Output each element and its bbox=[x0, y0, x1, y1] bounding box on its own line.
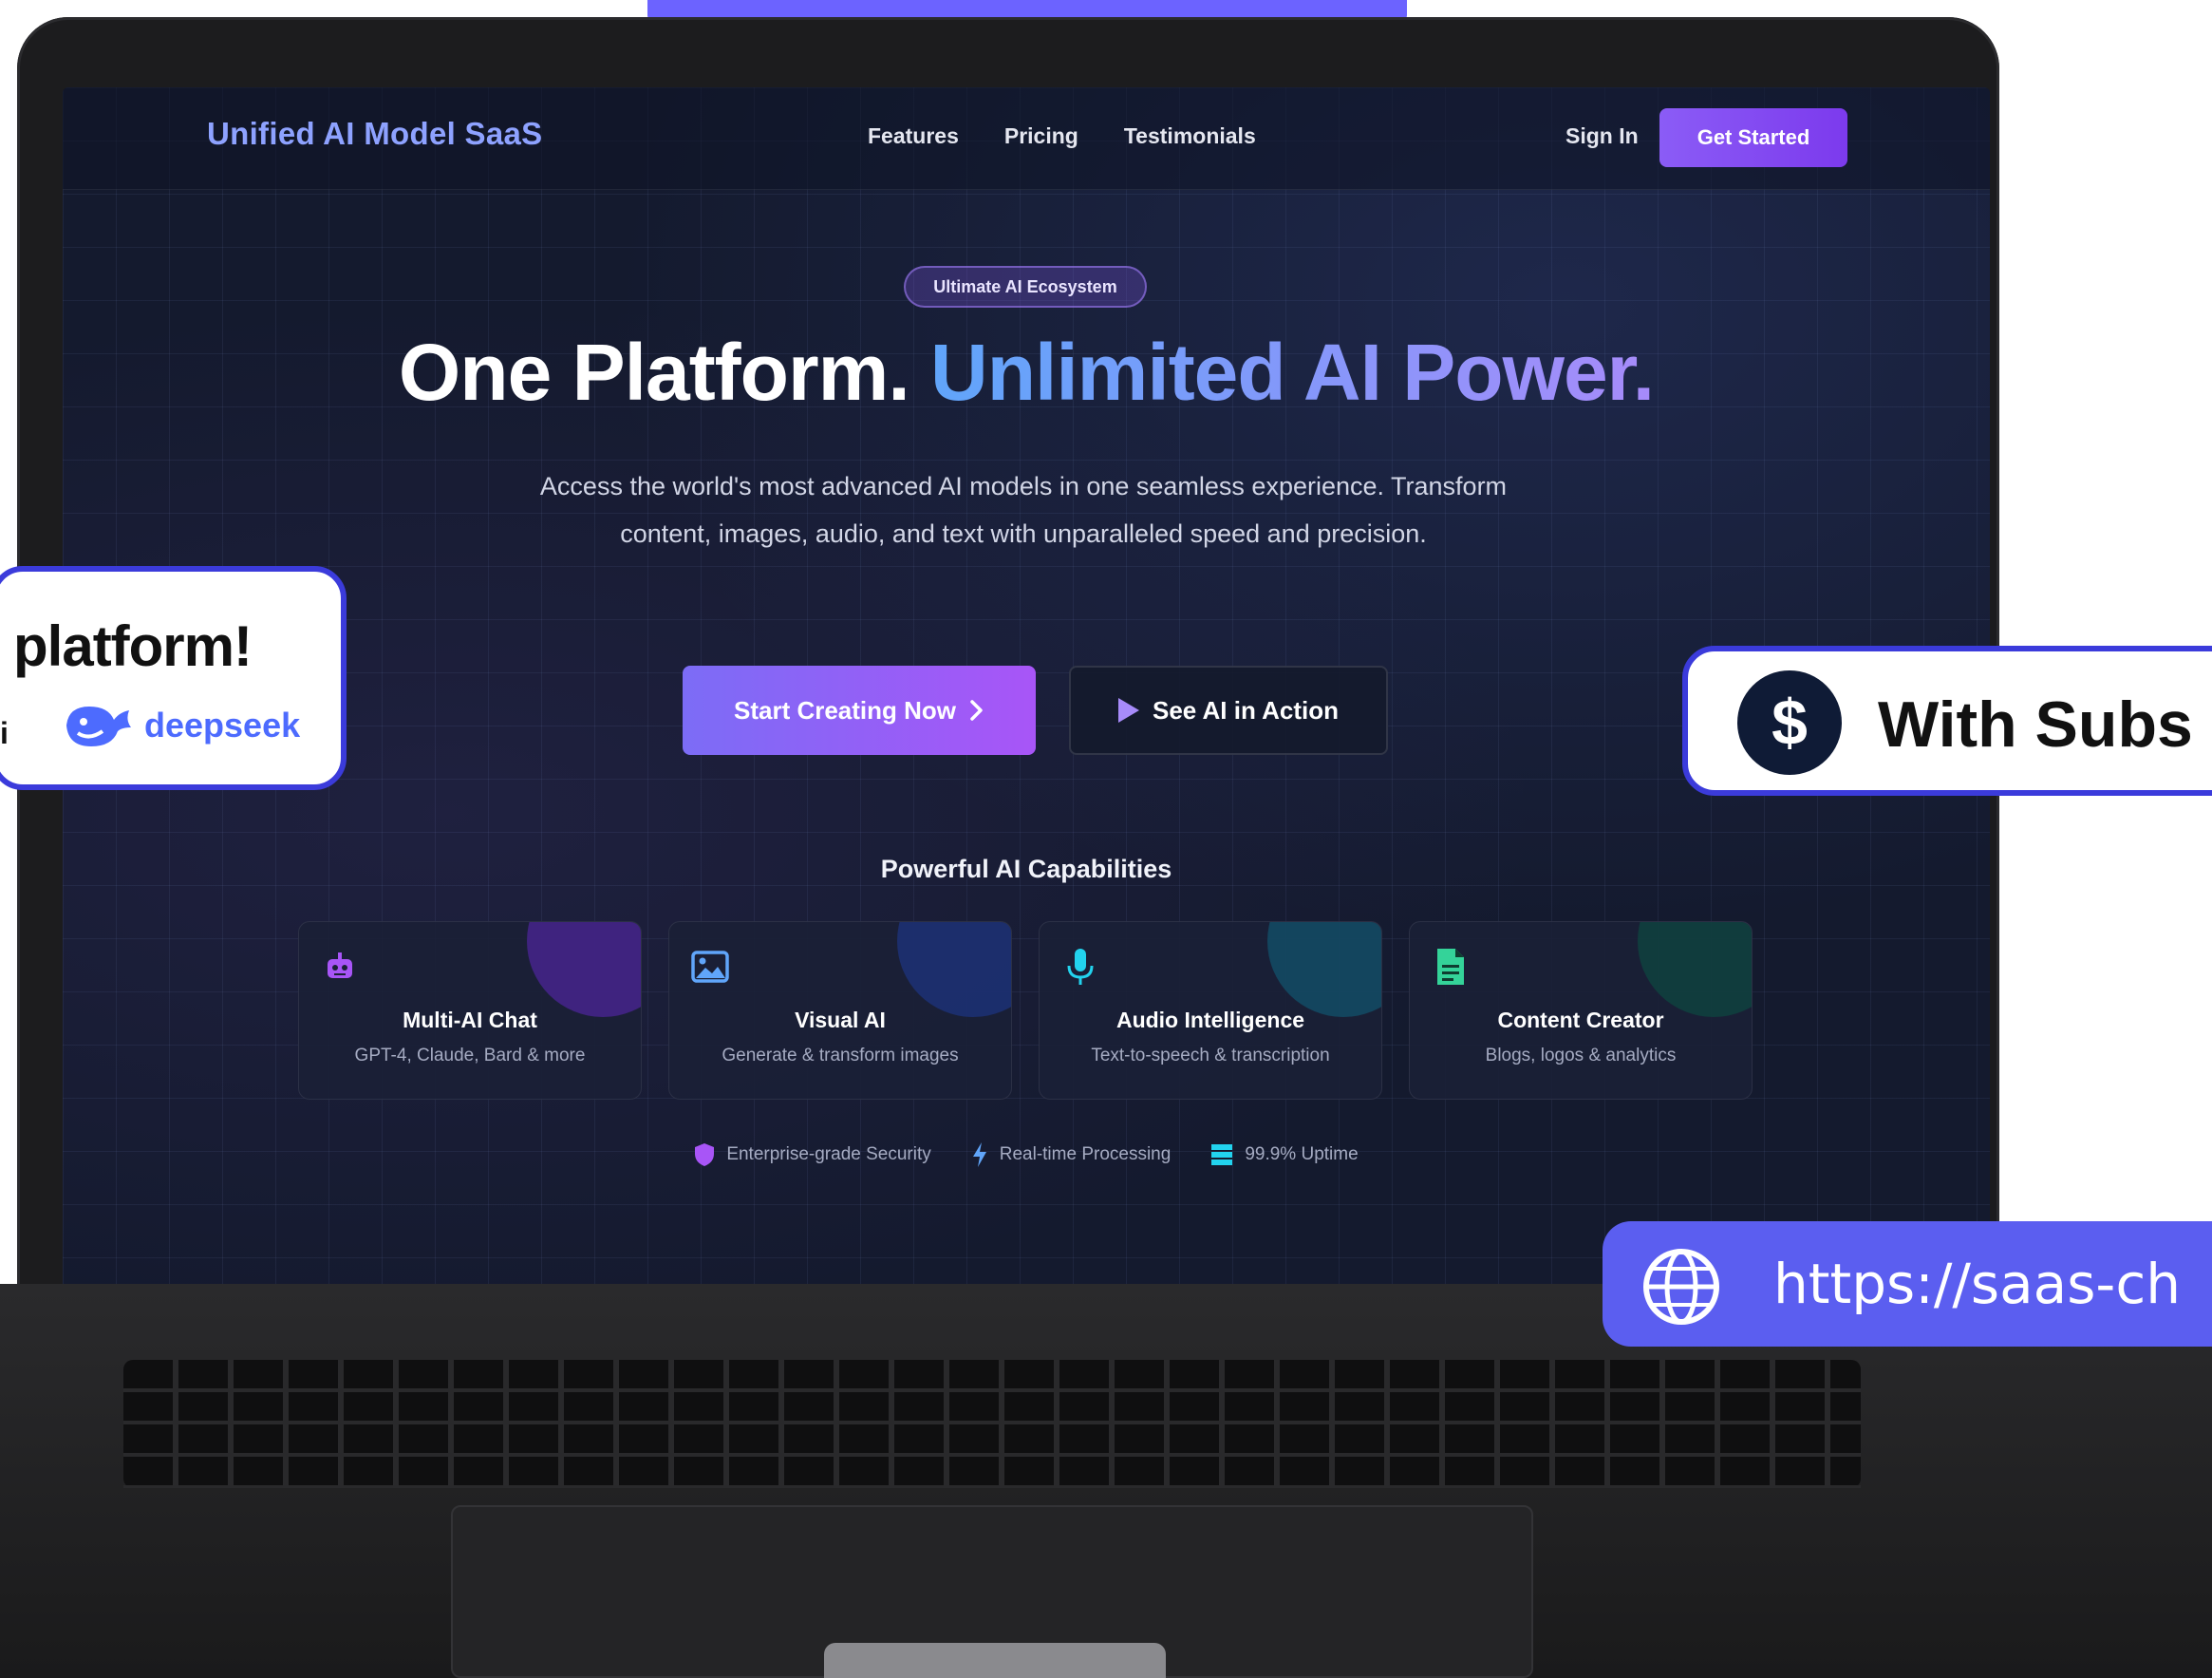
card-audio-intelligence[interactable]: Audio Intelligence Text-to-speech & tran… bbox=[1039, 921, 1382, 1100]
card-glow bbox=[897, 922, 1011, 1017]
feature-item: 99.9% Uptime bbox=[1210, 1141, 1359, 1168]
card-visual-ai[interactable]: Visual AI Generate & transform images bbox=[668, 921, 1012, 1100]
card-desc: Text-to-speech & transcription bbox=[1091, 1046, 1330, 1065]
stage: Unified AI Model SaaS Features Pricing T… bbox=[0, 0, 2212, 1678]
feature-label: 99.9% Uptime bbox=[1245, 1144, 1359, 1164]
nav-link-features[interactable]: Features bbox=[868, 123, 959, 149]
hero-title: One Platform. Unlimited AI Power. bbox=[63, 327, 1990, 419]
shield-icon bbox=[695, 1143, 715, 1166]
nav-link-testimonials[interactable]: Testimonials bbox=[1124, 123, 1256, 149]
feature-item: Real-time Processing bbox=[971, 1141, 1172, 1168]
card-multi-ai-chat[interactable]: Multi-AI Chat GPT-4, Claude, Bard & more bbox=[298, 921, 642, 1100]
card-glow bbox=[1638, 922, 1752, 1017]
card-title: Multi-AI Chat bbox=[403, 1008, 537, 1032]
hero-subtitle: Access the world's most advanced AI mode… bbox=[539, 472, 1508, 548]
image-icon bbox=[690, 947, 730, 987]
nav-links: Features Pricing Testimonials bbox=[868, 123, 1256, 149]
capability-cards: Multi-AI Chat GPT-4, Claude, Bard & more… bbox=[298, 921, 1753, 1100]
microphone-icon bbox=[1060, 947, 1100, 987]
card-title: Visual AI bbox=[795, 1008, 886, 1032]
whale-icon bbox=[66, 707, 131, 746]
hero-badge: Ultimate AI Ecosystem bbox=[904, 266, 1147, 308]
card-glow bbox=[527, 922, 641, 1017]
card-glow bbox=[1267, 922, 1381, 1017]
card-title: Audio Intelligence bbox=[1115, 1008, 1305, 1032]
overlay-subscription-card: $ With Subs bbox=[1682, 646, 2212, 796]
chevron-right-icon bbox=[970, 700, 983, 721]
capabilities-title: Powerful AI Capabilities bbox=[880, 855, 1172, 883]
document-icon bbox=[1431, 947, 1471, 987]
brand-logo[interactable]: Unified AI Model SaaS bbox=[207, 116, 542, 152]
feature-label: Real-time Processing bbox=[999, 1144, 1172, 1164]
globe-icon bbox=[1643, 1249, 1719, 1325]
feature-label: Enterprise-grade Security bbox=[726, 1144, 931, 1164]
see-ai-label: See AI in Action bbox=[1153, 695, 1339, 725]
hero-title-accent: Unlimited AI Power. bbox=[930, 328, 1655, 417]
server-icon bbox=[1211, 1144, 1233, 1165]
overlay-platform-card: platform! i deepseek bbox=[0, 566, 347, 790]
laptop-keyboard bbox=[123, 1360, 1861, 1488]
deepseek-text: deepseek bbox=[144, 706, 301, 745]
card-content-creator[interactable]: Content Creator Blogs, logos & analytics bbox=[1409, 921, 1753, 1100]
laptop-notch bbox=[824, 1643, 1166, 1678]
play-icon bbox=[1118, 698, 1139, 723]
card-desc: GPT-4, Claude, Bard & more bbox=[354, 1046, 586, 1065]
deepseek-logo: deepseek bbox=[63, 699, 300, 752]
lightning-icon bbox=[972, 1142, 986, 1167]
get-started-button[interactable]: Get Started bbox=[1659, 108, 1847, 167]
navbar: Unified AI Model SaaS Features Pricing T… bbox=[63, 87, 1990, 190]
nav-link-pricing[interactable]: Pricing bbox=[1004, 123, 1078, 149]
overlay-left-fragment: i bbox=[0, 716, 9, 750]
see-ai-in-action-button[interactable]: See AI in Action bbox=[1069, 666, 1388, 755]
feature-item: Enterprise-grade Security bbox=[694, 1141, 931, 1168]
card-title: Content Creator bbox=[1497, 1008, 1664, 1032]
feature-list: Enterprise-grade Security Real-time Proc… bbox=[63, 1141, 1990, 1168]
robot-icon bbox=[320, 947, 360, 987]
start-creating-label: Start Creating Now bbox=[733, 695, 957, 725]
overlay-subscription-text: With Subs bbox=[1878, 688, 2193, 761]
card-desc: Generate & transform images bbox=[722, 1046, 959, 1065]
start-creating-button[interactable]: Start Creating Now bbox=[683, 666, 1036, 755]
overlay-url-card[interactable]: https://saas-ch bbox=[1603, 1221, 2212, 1347]
sign-in-link[interactable]: Sign In bbox=[1565, 123, 1639, 149]
overlay-platform-title: platform! bbox=[13, 614, 253, 678]
dollar-icon: $ bbox=[1737, 670, 1842, 775]
card-desc: Blogs, logos & analytics bbox=[1485, 1046, 1677, 1065]
overlay-url-text: https://saas-ch bbox=[1773, 1252, 2181, 1316]
hero-title-white: One Platform. bbox=[398, 328, 910, 417]
